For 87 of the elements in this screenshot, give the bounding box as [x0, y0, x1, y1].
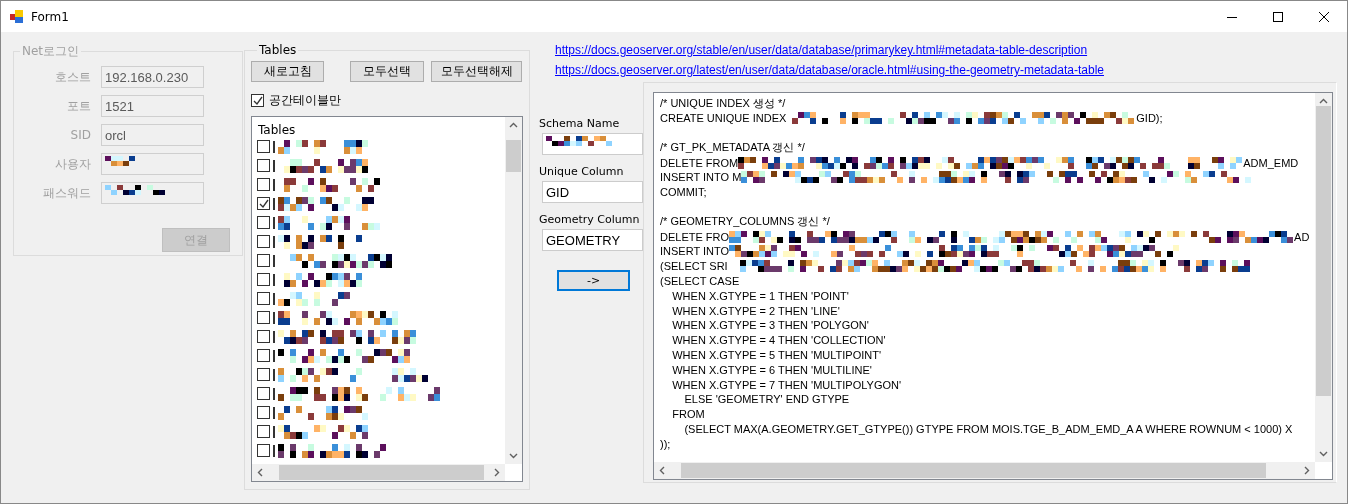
scroll-left-icon[interactable] — [658, 466, 667, 475]
code-text: WHEN X.GTYPE = 1 THEN 'POINT' — [671, 289, 849, 302]
code-text: /* UNIQUE INDEX 생성 */ — [660, 95, 786, 111]
checkbox[interactable] — [257, 140, 270, 153]
toolbar-button[interactable]: 모두선택 — [350, 61, 424, 82]
link[interactable]: https://docs.geoserver.org/latest/en/user/data/database/oracle.html#using-the-geometry-metadata-table — [555, 63, 1337, 77]
checkbox-label: 공간테이블만 — [269, 92, 341, 109]
scroll-up-icon[interactable] — [1319, 97, 1328, 106]
horizontal-scrollbar[interactable] — [252, 464, 505, 481]
checkbox[interactable] — [257, 273, 270, 286]
code-text: WHEN X.GTYPE = 5 THEN 'MULTIPOINT' — [671, 348, 882, 361]
field-label: 패스워드 — [42, 184, 91, 202]
code-text: CREATE UNIQUE INDEX — [660, 112, 787, 125]
checkbox[interactable] — [257, 330, 270, 343]
group-title: Tables — [258, 43, 298, 57]
code-text: COMMIT; — [660, 186, 707, 199]
window-title: Form1 — [31, 9, 69, 24]
checkbox[interactable] — [257, 425, 270, 438]
field-label: 호스트 — [54, 68, 91, 86]
checkbox[interactable] — [257, 292, 270, 305]
code-text: /* GT_PK_METADATA 갱신 */ — [660, 140, 805, 156]
code-text: AD — [1294, 230, 1310, 243]
field-label: 포트 — [66, 97, 91, 115]
checkbox[interactable] — [257, 197, 270, 210]
code-text: WHEN X.GTYPE = 6 THEN 'MULTILINE' — [671, 363, 872, 376]
field-label: SID — [69, 128, 91, 142]
checkbox[interactable] — [257, 159, 270, 172]
horizontal-scrollbar[interactable] — [654, 462, 1315, 479]
code-text: )); — [660, 437, 671, 450]
code-text: (SELECT SRI — [660, 260, 728, 273]
scroll-down-icon[interactable] — [509, 451, 518, 460]
code-text: (SELECT CASE — [660, 274, 740, 287]
scroll-right-icon[interactable] — [1302, 466, 1311, 475]
checkbox[interactable] — [257, 406, 270, 419]
field-label: Schema Name — [539, 117, 620, 130]
text-field[interactable]: GID — [542, 181, 643, 203]
run-button[interactable]: -> — [557, 270, 630, 291]
scroll-left-icon[interactable] — [256, 468, 265, 477]
code-text: GID); — [1136, 112, 1163, 125]
group-title: Net로그인 — [21, 43, 81, 60]
toolbar-button[interactable]: 새로고침 — [251, 61, 324, 82]
vertical-scrollbar[interactable] — [1315, 93, 1332, 462]
checkbox[interactable] — [257, 254, 270, 267]
checkbox[interactable] — [257, 178, 270, 191]
code-text: DELETE FRO — [660, 230, 730, 243]
vertical-scrollbar[interactable] — [505, 117, 522, 464]
redaction-mosaic — [105, 156, 135, 166]
checkbox[interactable] — [257, 311, 270, 324]
checkbox[interactable] — [257, 444, 270, 457]
list-header: Tables — [258, 123, 296, 137]
code-text: WHEN X.GTYPE = 2 THEN 'LINE' — [671, 304, 840, 317]
scroll-up-icon[interactable] — [509, 121, 518, 130]
code-text: ELSE 'GEOMETRY' END GTYPE — [683, 393, 850, 406]
field-label: 사용자 — [54, 155, 91, 173]
maximize-icon — [1273, 11, 1283, 22]
scrollbar-thumb[interactable] — [681, 463, 1266, 478]
checkbox[interactable] — [257, 349, 270, 362]
checkbox[interactable] — [257, 216, 270, 229]
code-text: WHEN X.GTYPE = 3 THEN 'POLYGON' — [671, 319, 869, 332]
code-text: DELETE FROM — [660, 156, 739, 169]
app-icon — [10, 9, 24, 24]
field-label: Unique Column — [539, 165, 624, 178]
close-icon — [1319, 11, 1329, 22]
code-text: INSERT INTO M — [660, 171, 742, 184]
code-text: WHEN X.GTYPE = 4 THEN 'COLLECTION' — [671, 334, 886, 347]
code-text: (SELECT MAX(A.GEOMETRY.GET_GTYPE()) GTYPE FROM MOIS.TGE_B_ADM_EMD_A A WHERE ROWNUM < 1000) X — [683, 422, 1293, 435]
code-text: /* GEOMETRY_COLUMNS 갱신 */ — [660, 214, 830, 230]
checkbox[interactable] — [251, 94, 264, 107]
scroll-right-icon[interactable] — [492, 468, 501, 477]
checkbox[interactable] — [257, 387, 270, 400]
code-text: FROM — [671, 408, 705, 421]
scrollbar-thumb[interactable] — [506, 140, 521, 172]
scroll-down-icon[interactable] — [1319, 449, 1328, 458]
redaction-mosaic — [546, 136, 612, 146]
checkbox[interactable] — [257, 368, 270, 381]
checkbox[interactable] — [257, 235, 270, 248]
text-field[interactable]: GEOMETRY — [542, 229, 643, 251]
toolbar-button[interactable]: 모두선택해제 — [431, 61, 522, 82]
text-field[interactable] — [542, 133, 643, 155]
scrollbar-thumb[interactable] — [279, 465, 484, 480]
code-text: INSERT INTO — [660, 245, 730, 258]
scrollbar-thumb[interactable] — [1316, 106, 1331, 396]
code-text: ADM_EMD — [1243, 156, 1299, 169]
table-checklist[interactable]: Tables — [251, 116, 523, 482]
field-label: Geometry Column — [539, 213, 640, 226]
link[interactable]: https://docs.geoserver.org/stable/en/user/data/database/primarykey.html#metadata-table-description — [555, 43, 1337, 57]
code-text: WHEN X.GTYPE = 7 THEN 'MULTIPOLYGON' — [671, 378, 902, 391]
